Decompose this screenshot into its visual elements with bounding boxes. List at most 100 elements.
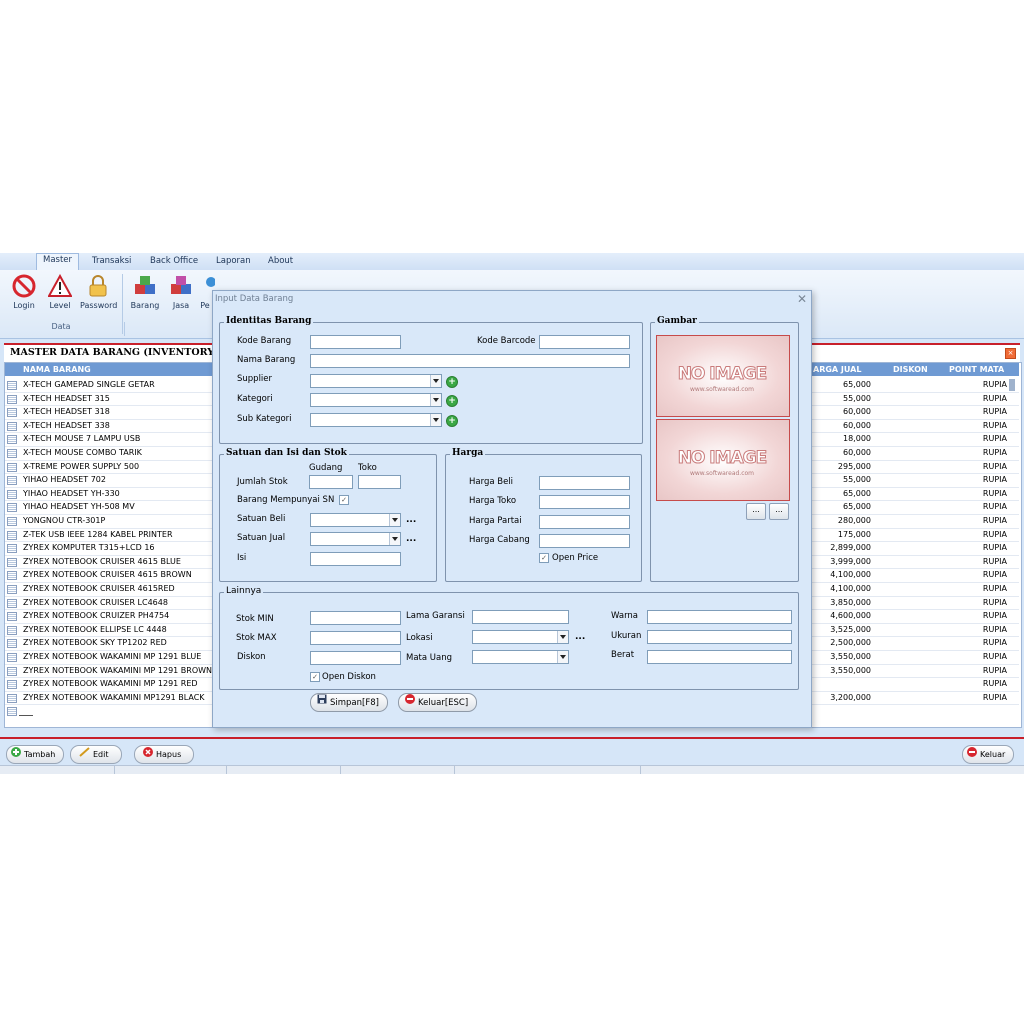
row-indicator-icon: [7, 598, 17, 608]
tambah-label: Tambah: [24, 750, 56, 759]
row-harga-jual: 3,850,000: [830, 597, 871, 607]
gudang-label: Gudang: [309, 463, 343, 473]
ribbon-group-label: Data: [51, 322, 71, 331]
row-point-mata-uang: RUPIA: [982, 380, 1007, 389]
stok-min-label: Stok MIN: [236, 614, 274, 624]
ukuran-input[interactable]: [647, 630, 792, 644]
stok-gudang-input[interactable]: [309, 475, 353, 489]
satuan-beli-select[interactable]: [310, 513, 401, 527]
berat-input[interactable]: [647, 650, 792, 664]
nama-barang-input[interactable]: [310, 354, 630, 368]
row-nama-barang: ZYREX NOTEBOOK CRUISER 4615RED: [23, 584, 175, 593]
column-header-nama-barang[interactable]: NAMA BARANG: [23, 365, 91, 374]
login-button[interactable]: Login: [6, 272, 42, 316]
status-separator: [640, 766, 641, 774]
hapus-button[interactable]: Hapus: [134, 745, 195, 764]
satuan-beli-more-button[interactable]: ...: [406, 515, 416, 525]
menu-master[interactable]: Master: [36, 253, 80, 271]
kode-barang-input[interactable]: [310, 335, 401, 349]
row-nama-barang: ZYREX NOTEBOOK ELLIPSE LC 4448: [23, 624, 167, 634]
sub-kategori-select[interactable]: [310, 413, 442, 427]
product-image-1[interactable]: NO IMAGE www.softwaread.com: [656, 335, 790, 417]
add-kategori-icon[interactable]: +: [446, 395, 458, 407]
kode-barcode-input[interactable]: [539, 335, 630, 349]
harga-partai-label: Harga Partai: [469, 516, 522, 526]
barang-button[interactable]: Barang: [127, 272, 163, 316]
add-sub-kategori-icon[interactable]: +: [446, 415, 458, 427]
dialog-close-icon[interactable]: ✕: [797, 292, 807, 306]
row-nama-barang: ZYREX NOTEBOOK CRUISER LC4648: [23, 597, 168, 607]
identitas-barang-legend: Identitas Barang: [224, 316, 314, 326]
password-button[interactable]: Password: [80, 272, 117, 316]
row-nama-barang: X-TREME POWER SUPPLY 500: [23, 461, 140, 471]
column-header-point[interactable]: POINT MATA: [949, 365, 1004, 374]
harga-group: Harga Harga Beli Harga Toko Harga Partai…: [445, 448, 642, 582]
supplier-select[interactable]: [310, 374, 442, 388]
no-image-text: NO IMAGE: [677, 364, 768, 385]
kategori-select[interactable]: [310, 393, 442, 407]
row-nama-barang: ZYREX NOTEBOOK WAKAMINI MP 1291 RED: [23, 679, 198, 689]
keluar-button[interactable]: Keluar: [962, 745, 1015, 764]
dialog-title: Input Data Barang: [215, 294, 294, 304]
menu-back-office[interactable]: Back Office: [144, 255, 204, 267]
row-nama-barang: ZYREX NOTEBOOK CRUISER 4615 BROWN: [23, 570, 192, 580]
row-point-mata-uang: RUPIA: [982, 434, 1007, 444]
harga-beli-label: Harga Beli: [469, 477, 514, 487]
row-indicator-icon: [7, 707, 17, 717]
row-harga-jual: 3,550,000: [830, 652, 871, 661]
harga-partai-input[interactable]: [539, 515, 630, 529]
open-price-checkbox[interactable]: ✓: [539, 553, 549, 563]
stok-max-input[interactable]: [310, 631, 401, 645]
row-point-mata-uang: RUPIA: [982, 570, 1007, 580]
harga-toko-input[interactable]: [539, 495, 630, 509]
diskon-input[interactable]: [310, 651, 401, 665]
mata-uang-select[interactable]: [472, 650, 569, 664]
lokasi-more-button[interactable]: ...: [575, 632, 585, 642]
edit-button[interactable]: Edit: [70, 745, 122, 764]
browse-image-2-button[interactable]: ...: [769, 503, 789, 520]
grid-scrollbar-thumb[interactable]: [1009, 379, 1015, 391]
sn-checkbox[interactable]: ✓: [339, 495, 349, 505]
warna-input[interactable]: [647, 610, 792, 624]
add-icon: [11, 746, 21, 763]
harga-cabang-input[interactable]: [539, 534, 630, 548]
row-point-mata-uang: RUPIA: [982, 543, 1007, 553]
column-header-diskon[interactable]: DISKON: [893, 365, 928, 374]
menu-about[interactable]: About: [262, 255, 299, 267]
level-button[interactable]: Level: [42, 272, 78, 316]
lock-icon: [89, 275, 107, 297]
column-header-harga-jual[interactable]: ARGA JUAL: [813, 365, 861, 374]
row-nama-barang: ZYREX KOMPUTER T315+LCD 16: [23, 543, 155, 553]
dialog-keluar-button[interactable]: Keluar[ESC]: [398, 693, 478, 712]
identitas-barang-group: Identitas Barang Kode Barang Kode Barcod…: [219, 316, 643, 444]
stok-min-input[interactable]: [310, 611, 401, 625]
row-harga-jual: 175,000: [837, 529, 871, 539]
jasa-button[interactable]: Jasa: [163, 272, 199, 316]
menu-transaksi[interactable]: Transaksi: [86, 255, 137, 267]
simpan-button[interactable]: Simpan[F8]: [310, 693, 388, 712]
row-indicator-icon: [7, 489, 17, 499]
lainnya-legend: Lainnya: [224, 586, 264, 596]
chevron-down-icon: [430, 375, 441, 387]
satuan-jual-more-button[interactable]: ...: [406, 534, 416, 544]
satuan-jual-select[interactable]: [310, 532, 401, 546]
lama-garansi-input[interactable]: [472, 610, 569, 624]
row-point-mata-uang: RUPIA: [982, 448, 1007, 457]
add-supplier-icon[interactable]: +: [446, 376, 458, 388]
isi-input[interactable]: [310, 552, 401, 566]
harga-beli-input[interactable]: [539, 476, 630, 490]
stok-toko-input[interactable]: [358, 475, 401, 489]
row-point-mata-uang: RUPIA: [982, 584, 1007, 593]
panel-close-icon[interactable]: ×: [1005, 348, 1016, 359]
tambah-button[interactable]: Tambah: [6, 745, 65, 764]
browse-image-1-button[interactable]: ...: [746, 503, 766, 520]
product-image-2[interactable]: NO IMAGE www.softwaread.com: [656, 419, 790, 501]
row-nama-barang: ZYREX NOTEBOOK WAKAMINI MP1291 BLACK: [23, 692, 205, 702]
lokasi-select[interactable]: [472, 630, 569, 644]
row-nama-barang: ZYREX NOTEBOOK SKY TP1202 RED: [23, 638, 167, 648]
row-point-mata-uang: RUPIA: [982, 420, 1007, 430]
barang-label: Barang: [130, 301, 160, 310]
menu-laporan[interactable]: Laporan: [210, 255, 257, 267]
row-point-mata-uang: RUPIA: [982, 393, 1007, 403]
open-diskon-checkbox[interactable]: ✓: [310, 672, 320, 682]
